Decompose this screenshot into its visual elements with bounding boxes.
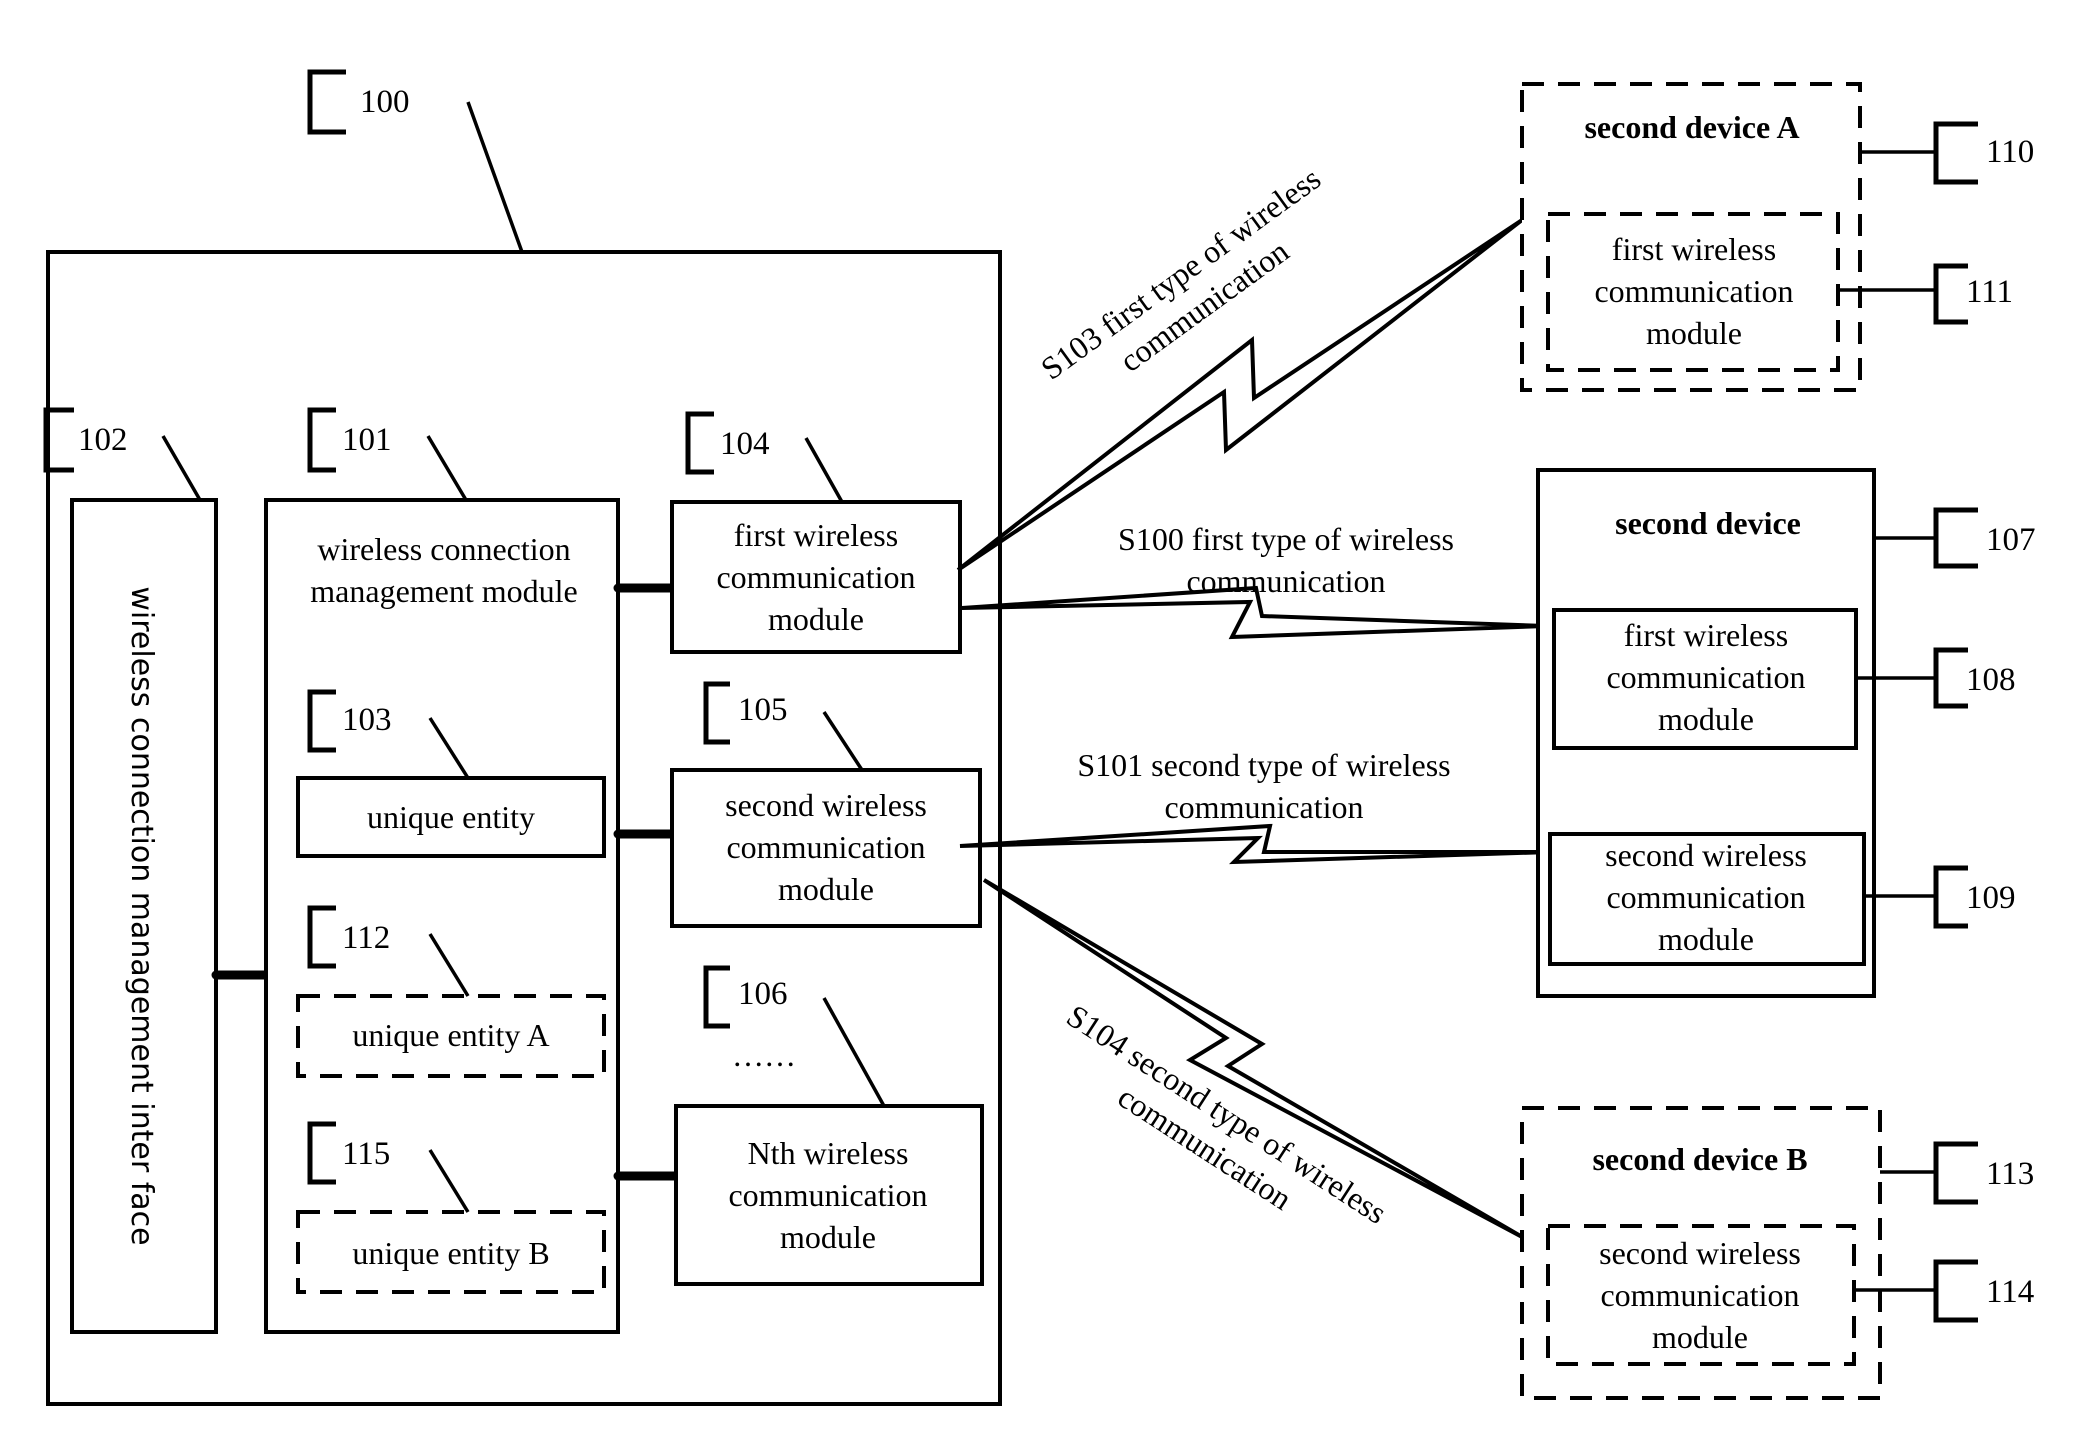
second-comm-module-label-line2: communication	[726, 829, 925, 865]
second-device-b-title: second device B	[1592, 1141, 1807, 1177]
management-module-label-line1: wireless connection	[317, 531, 570, 567]
first-device: 100 102 wireless connection management i…	[43, 69, 1002, 1406]
nth-comm-module-label-line2: communication	[728, 1177, 927, 1213]
unique-entity-label: unique entity	[367, 799, 535, 835]
ref-number-115: 115	[342, 1136, 390, 1172]
nth-comm-module-label-line1: Nth wireless	[748, 1135, 909, 1171]
ref-bracket-113	[1933, 1141, 1978, 1205]
nth-comm-module-label-line3: module	[780, 1219, 876, 1255]
wireless-links: S103 first type of wireless communicatio…	[956, 160, 1551, 1240]
link-label-s101-line2: communication	[1164, 789, 1363, 825]
second-device-title: second device	[1615, 505, 1801, 541]
ref-bracket-114	[1933, 1259, 1978, 1323]
ref-number-105: 105	[738, 692, 788, 728]
second-device: second device first wireless communicati…	[1536, 468, 2036, 998]
leader-line-100	[466, 101, 524, 253]
second-device-module-109-line2: communication	[1606, 879, 1805, 915]
ref-number-114: 114	[1986, 1274, 2034, 1310]
interface-label: wireless connection management inter fac…	[124, 586, 159, 1245]
unique-entity-a-label: unique entity A	[352, 1017, 549, 1053]
ref-number-108: 108	[1966, 662, 2016, 698]
ref-bracket-111	[1933, 263, 1968, 325]
second-device-b-module-line1: second wireless	[1599, 1235, 1801, 1271]
unique-entity-b-label: unique entity B	[352, 1235, 549, 1271]
management-module-box	[264, 498, 620, 1334]
first-comm-module-label-line2: communication	[716, 559, 915, 595]
ref-number-109: 109	[1966, 880, 2016, 916]
second-device-module-108-line2: communication	[1606, 659, 1805, 695]
ref-number-101: 101	[342, 422, 392, 458]
ref-bracket-107	[1933, 507, 1978, 569]
second-device-b: second device B second wireless communic…	[1520, 1106, 2034, 1400]
second-device-module-108-line3: module	[1658, 701, 1754, 737]
second-device-b-module-line2: communication	[1600, 1277, 1799, 1313]
first-comm-module-label-line1: first wireless	[734, 517, 898, 553]
second-comm-module-label-line1: second wireless	[725, 787, 927, 823]
ref-number-100: 100	[360, 84, 410, 120]
second-device-module-108-line1: first wireless	[1624, 617, 1788, 653]
ref-number-113: 113	[1986, 1156, 2034, 1192]
ref-bracket-109	[1933, 865, 1968, 929]
second-device-a: second device A first wireless communica…	[1520, 82, 2034, 392]
second-device-a-title: second device A	[1584, 109, 1799, 145]
ref-number-107: 107	[1986, 522, 2036, 558]
link-label-s101-line1: S101 second type of wireless	[1077, 747, 1450, 783]
link-label-s103-line1: S103 first type of wireless	[1034, 160, 1327, 387]
system-diagram: 100 102 wireless connection management i…	[43, 69, 2036, 1406]
ref-bracket-108	[1933, 647, 1968, 709]
second-device-b-module-line3: module	[1652, 1319, 1748, 1355]
ref-number-110: 110	[1986, 134, 2034, 170]
link-label-s100-line2: communication	[1186, 563, 1385, 599]
ellipsis: ……	[732, 1037, 796, 1073]
link-label-s100-line1: S100 first type of wireless	[1118, 521, 1454, 557]
second-comm-module-label-line3: module	[778, 871, 874, 907]
second-device-module-109-line3: module	[1658, 921, 1754, 957]
ref-bracket-110	[1933, 121, 1978, 185]
second-device-a-module-line1: first wireless	[1612, 231, 1776, 267]
ref-number-104: 104	[720, 426, 770, 462]
second-device-a-module-line3: module	[1646, 315, 1742, 351]
ref-bracket-100	[307, 69, 346, 135]
ref-number-111: 111	[1966, 274, 2013, 310]
first-comm-module-label-line3: module	[768, 601, 864, 637]
ref-number-106: 106	[738, 976, 788, 1012]
second-device-a-module-line2: communication	[1594, 273, 1793, 309]
ref-number-112: 112	[342, 920, 390, 956]
ref-number-103: 103	[342, 702, 392, 738]
second-device-module-109-line1: second wireless	[1605, 837, 1807, 873]
link-bolt-s101	[959, 823, 1551, 865]
ref-number-102: 102	[78, 422, 128, 458]
management-module-label-line2: management module	[310, 573, 577, 609]
